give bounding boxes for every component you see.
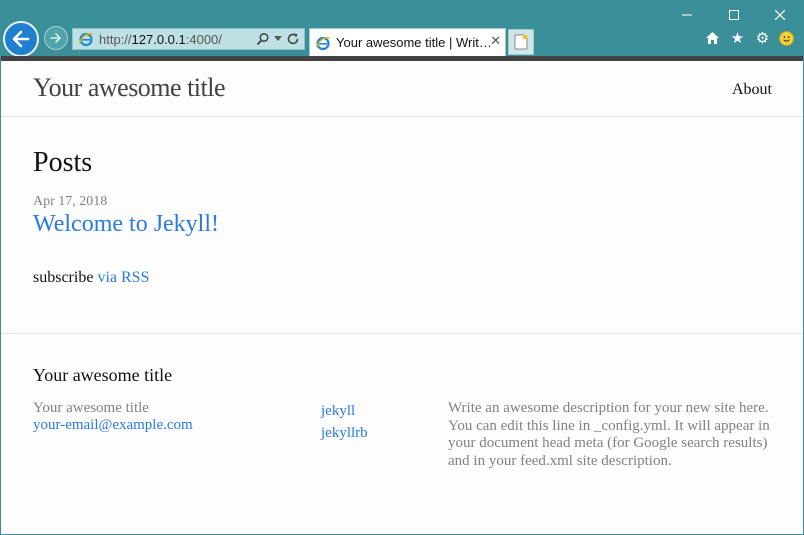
footer-email-link[interactable]: your-email@example.com bbox=[33, 417, 193, 433]
smiley-icon[interactable] bbox=[779, 30, 794, 46]
nav-about-link[interactable]: About bbox=[732, 81, 772, 99]
tab-title: Your awesome title | Writ… bbox=[336, 35, 492, 50]
new-tab-button[interactable] bbox=[508, 29, 534, 55]
address-bar[interactable]: http://127.0.0.1:4000/ bbox=[72, 28, 305, 50]
gear-icon[interactable]: ⚙ bbox=[754, 30, 771, 47]
post-title-link[interactable]: Welcome to Jekyll! bbox=[33, 211, 219, 238]
forward-button[interactable] bbox=[44, 26, 68, 50]
maximize-icon bbox=[729, 10, 739, 20]
chevron-down-icon[interactable] bbox=[274, 36, 282, 42]
footer-contact: Your awesome title your-email@example.co… bbox=[33, 400, 193, 434]
post-date: Apr 17, 2018 bbox=[33, 194, 108, 209]
page-viewport: Your awesome title About Posts Apr 17, 2… bbox=[0, 56, 804, 535]
url-host: 127.0.0.1 bbox=[131, 31, 186, 47]
footer-description: Write an awesome description for your ne… bbox=[448, 400, 770, 469]
url-prefix: http:// bbox=[99, 31, 132, 47]
github-link[interactable]: jekyll bbox=[321, 400, 368, 422]
close-tab-icon[interactable]: ✕ bbox=[490, 34, 501, 49]
arrow-left-icon bbox=[12, 30, 30, 48]
url-text[interactable]: http://127.0.0.1:4000/ bbox=[99, 32, 222, 47]
search-icon[interactable] bbox=[256, 32, 270, 46]
minimize-icon bbox=[682, 14, 692, 16]
site-title-link[interactable]: Your awesome title bbox=[33, 73, 226, 103]
star-icon[interactable]: ★ bbox=[729, 30, 746, 47]
footer-social: jekyll jekyllrb bbox=[321, 400, 368, 444]
footer-name: Your awesome title bbox=[33, 400, 149, 416]
arrow-right-icon bbox=[50, 33, 61, 43]
browser-chrome: http://127.0.0.1:4000/ Your awesome titl… bbox=[0, 0, 804, 57]
url-rest: :4000/ bbox=[185, 31, 222, 47]
subscribe-line: subscribe via RSS bbox=[33, 269, 149, 287]
ie-logo-icon bbox=[78, 32, 93, 47]
twitter-link[interactable]: jekyllrb bbox=[321, 422, 368, 444]
minimize-button[interactable] bbox=[664, 2, 710, 28]
site-header: Your awesome title About bbox=[1, 61, 803, 117]
new-tab-icon bbox=[514, 34, 528, 50]
home-icon[interactable] bbox=[704, 30, 721, 47]
ie-logo-icon bbox=[315, 36, 330, 50]
close-icon bbox=[775, 10, 785, 20]
subscribe-text: subscribe bbox=[33, 269, 94, 286]
back-button[interactable] bbox=[3, 21, 39, 57]
rss-link[interactable]: via RSS bbox=[97, 269, 149, 286]
close-window-button[interactable] bbox=[757, 2, 803, 28]
maximize-button[interactable] bbox=[711, 2, 757, 28]
tab-active[interactable]: Your awesome title | Writ… ✕ bbox=[309, 28, 506, 56]
refresh-icon[interactable] bbox=[286, 32, 300, 46]
footer-heading: Your awesome title bbox=[33, 365, 173, 385]
site-footer: Your awesome title Your awesome title yo… bbox=[1, 333, 803, 529]
main-content: Posts Apr 17, 2018 Welcome to Jekyll! su… bbox=[1, 117, 803, 333]
posts-heading: Posts bbox=[33, 147, 93, 178]
